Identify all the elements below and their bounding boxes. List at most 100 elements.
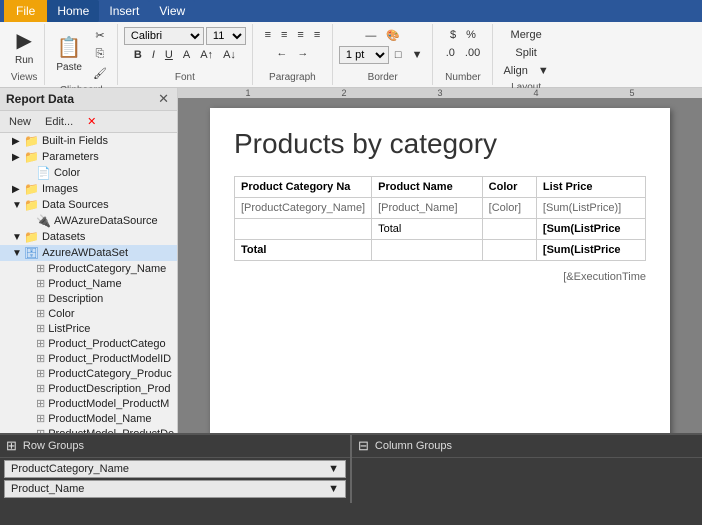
file-menu[interactable]: File: [4, 0, 47, 22]
split-button[interactable]: Split: [511, 45, 540, 61]
col-header-2: Color: [482, 177, 536, 198]
tree-item-color[interactable]: 📄 Color: [0, 165, 177, 181]
tree-item-azureaw[interactable]: ▼ 🗄 AzureAWDataSet: [0, 245, 177, 261]
tree-item-builtin[interactable]: ▶ 📁 Built-in Fields: [0, 133, 177, 149]
underline-button[interactable]: U: [161, 47, 177, 63]
border-color-button[interactable]: 🎨: [382, 27, 404, 44]
italic-button[interactable]: I: [148, 47, 159, 63]
indent-dec-button[interactable]: ←: [272, 45, 291, 61]
paste-icon: 📋: [57, 36, 82, 60]
align-center-button[interactable]: ≡: [277, 27, 291, 43]
table-subtotal-row: Total [Sum(ListPrice: [235, 219, 646, 240]
awazure-label: AWAzureDataSource: [54, 215, 158, 227]
align-right-button[interactable]: ≡: [293, 27, 307, 43]
cut-button[interactable]: ✂: [89, 27, 111, 44]
color-label: Color: [54, 167, 80, 179]
border-dropdown-button[interactable]: ▼: [408, 47, 427, 63]
field-icon: ⊞: [36, 397, 45, 410]
row-groups-section: ⊞ Row Groups ProductCategory_Name ▼ Prod…: [0, 435, 352, 503]
sidebar-new-button[interactable]: New: [4, 114, 36, 130]
format-painter-button[interactable]: 🖌: [89, 65, 111, 82]
font-color-button[interactable]: A: [179, 47, 194, 63]
tree-item-field[interactable]: ⊞ProductDescription_Prod: [0, 381, 177, 396]
tree-item-field[interactable]: ⊞Color: [0, 306, 177, 321]
row-groups-icon: ⊞: [6, 438, 17, 454]
row-group-item-1[interactable]: ProductCategory_Name ▼: [4, 460, 346, 478]
align-dropdown-button[interactable]: ▼: [534, 63, 553, 79]
field-icon: ⊞: [36, 307, 45, 320]
font-family-select[interactable]: Calibri: [124, 27, 204, 45]
field-icon: ⊞: [36, 262, 45, 275]
column-groups-list: [352, 458, 702, 503]
folder-icon-3: 📁: [24, 182, 39, 196]
menu-bar: File Home Insert View: [0, 0, 702, 22]
total-cell-2: [482, 240, 536, 261]
tree-item-field[interactable]: ⊞Product_ProductCatego: [0, 336, 177, 351]
datasources-label: Data Sources: [42, 199, 109, 211]
paste-button[interactable]: 📋 Paste: [51, 33, 87, 76]
sidebar: Report Data ✕ New Edit... ✕ ▶ 📁 Built-in…: [0, 88, 178, 433]
sidebar-close-button[interactable]: ✕: [156, 91, 171, 107]
justify-button[interactable]: ≡: [310, 27, 324, 43]
tree-item-awazure[interactable]: 🔌 AWAzureDataSource: [0, 213, 177, 229]
datasource-folder-icon: 📁: [24, 198, 39, 212]
tree-item-field[interactable]: ⊞Description: [0, 291, 177, 306]
home-menu[interactable]: Home: [47, 0, 99, 22]
tree-item-datasets[interactable]: ▼ 📁 Datasets: [0, 229, 177, 245]
column-groups-icon: ⊟: [358, 438, 369, 454]
row-group-item-2[interactable]: Product_Name ▼: [4, 480, 346, 498]
images-label: Images: [42, 183, 78, 195]
field-icon: ⊞: [36, 382, 45, 395]
number-label: Number: [445, 70, 481, 83]
sidebar-content[interactable]: ▶ 📁 Built-in Fields ▶ 📁 Parameters 📄 Col…: [0, 133, 177, 433]
report-title: Products by category: [234, 128, 646, 160]
view-menu[interactable]: View: [149, 0, 195, 22]
tree-item-parameters[interactable]: ▶ 📁 Parameters: [0, 149, 177, 165]
tree-item-field[interactable]: ⊞ProductModel_ProductDe: [0, 426, 177, 433]
ribbon-group-font: Calibri 11 B I U A A↑ A↓ Font: [118, 24, 253, 85]
tree-item-datasources[interactable]: ▼ 📁 Data Sources: [0, 197, 177, 213]
align-left-button[interactable]: ≡: [261, 27, 275, 43]
tree-item-field[interactable]: ⊞ProductModel_ProductM: [0, 396, 177, 411]
currency-button[interactable]: $: [446, 27, 460, 43]
tree-item-field[interactable]: ⊞Product_Name: [0, 276, 177, 291]
tree-item-images[interactable]: ▶ 📁 Images: [0, 181, 177, 197]
row-groups-header: ⊞ Row Groups: [0, 435, 350, 458]
data-cell-2: [Color]: [482, 198, 536, 219]
tree-item-field[interactable]: ⊞Product_ProductModelID: [0, 351, 177, 366]
indent-inc-button[interactable]: →: [293, 45, 312, 61]
ruler: 1 2 3 4 5: [178, 88, 702, 98]
align-button[interactable]: Align: [499, 63, 531, 79]
field-icon: ⊞: [36, 337, 45, 350]
merge-button[interactable]: Merge: [507, 27, 546, 43]
decimal-dec-button[interactable]: .00: [461, 45, 484, 61]
bold-button[interactable]: B: [130, 47, 146, 63]
subtotal-cell-1: Total: [372, 219, 483, 240]
percent-button[interactable]: %: [462, 27, 480, 43]
sidebar-delete-button[interactable]: ✕: [82, 113, 101, 130]
font-size-inc-button[interactable]: A↑: [196, 47, 217, 63]
ribbon-group-clipboard: 📋 Paste ✂ ⎘ 🖌 Clipboard: [45, 24, 118, 85]
font-size-select[interactable]: 11: [206, 27, 246, 45]
fields-list: ⊞ProductCategory_Name⊞Product_Name⊞Descr…: [0, 261, 177, 433]
tree-item-field[interactable]: ⊞ProductModel_Name: [0, 411, 177, 426]
sidebar-edit-button[interactable]: Edit...: [40, 114, 78, 130]
total-cell-0: Total: [235, 240, 372, 261]
param-icon: 📄: [36, 166, 51, 180]
folder-icon: 📁: [24, 134, 39, 148]
run-button[interactable]: ▶ Run: [10, 26, 38, 69]
document-area[interactable]: 1 2 3 4 5 Products by category Product C…: [178, 88, 702, 433]
table-header-row: Product Category Na Product Name Color L…: [235, 177, 646, 198]
tree-item-field[interactable]: ⊞ProductCategory_Produc: [0, 366, 177, 381]
copy-button[interactable]: ⎘: [89, 46, 111, 63]
decimal-inc-button[interactable]: .0: [442, 45, 459, 61]
border-style-button[interactable]: —: [361, 28, 380, 44]
ribbon: ▶ Run Views 📋 Paste ✂ ⎘ 🖌 Clipboard Cali…: [0, 22, 702, 88]
border-size-select[interactable]: 1 pt: [339, 46, 389, 64]
tree-item-field[interactable]: ⊞ProductCategory_Name: [0, 261, 177, 276]
tree-item-field[interactable]: ⊞ListPrice: [0, 321, 177, 336]
insert-menu[interactable]: Insert: [99, 0, 149, 22]
border-apply-button[interactable]: □: [391, 47, 406, 63]
font-size-dec-button[interactable]: A↓: [219, 47, 240, 63]
subtotal-cell-0: [235, 219, 372, 240]
